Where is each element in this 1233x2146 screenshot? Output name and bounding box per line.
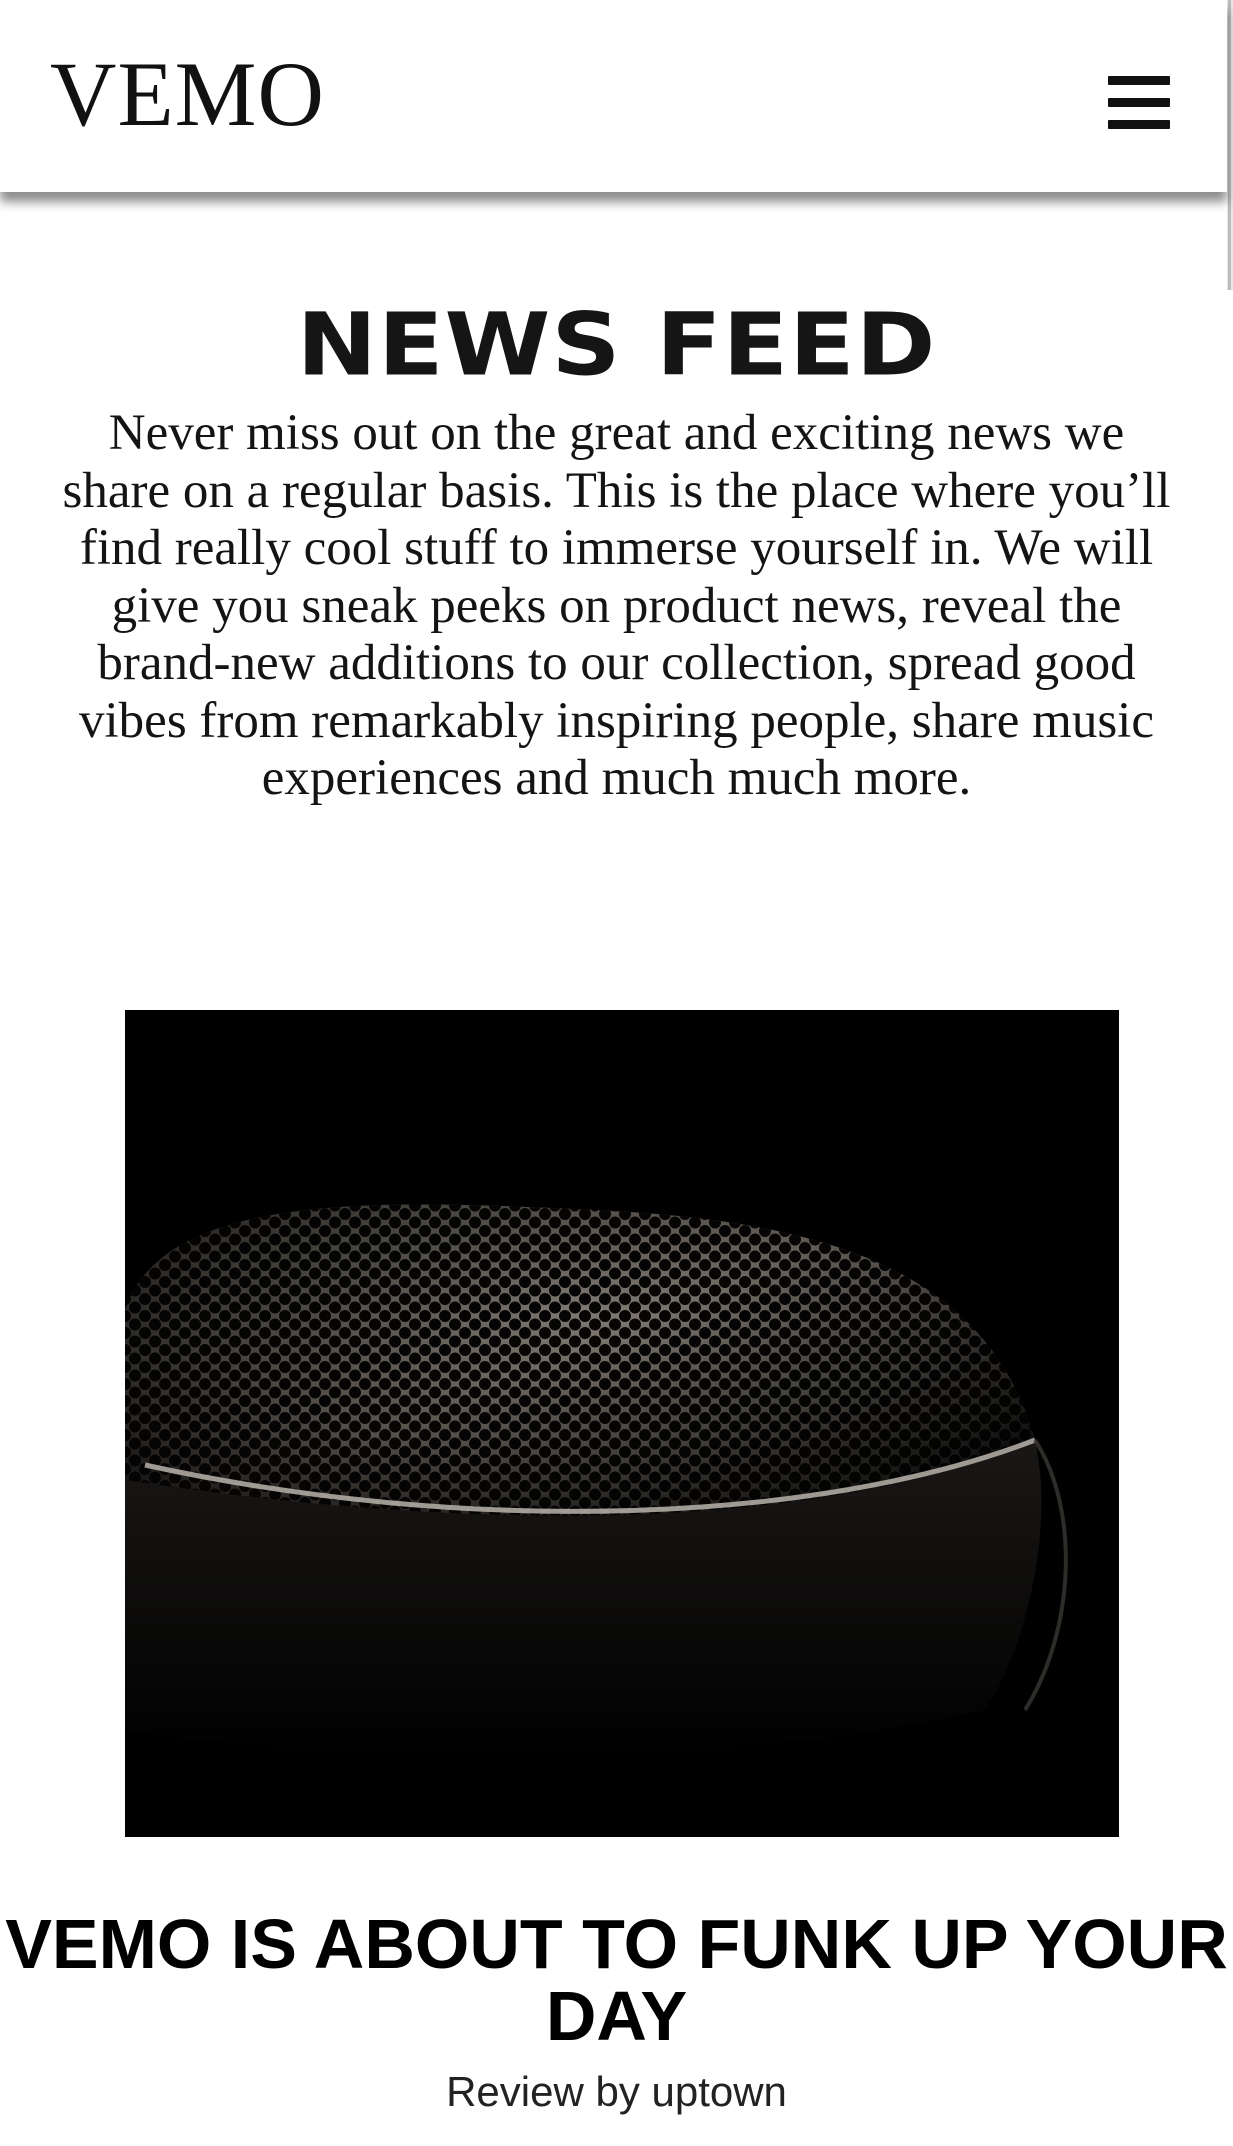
- hamburger-menu-icon[interactable]: [1100, 72, 1174, 134]
- scrollbar-thumb[interactable]: [1228, 0, 1231, 290]
- article-byline: Review by uptown: [446, 2068, 787, 2115]
- vemo-logo[interactable]: VEMO: [50, 48, 325, 140]
- article-hero-image[interactable]: [125, 1010, 1119, 1837]
- speaker-grille-image: [125, 1010, 1119, 1837]
- article-title[interactable]: VEMO IS ABOUT TO FUNK UP YOUR DAY: [0, 1908, 1233, 2052]
- scrollbar[interactable]: [1227, 0, 1233, 290]
- intro-paragraph: Never miss out on the great and exciting…: [62, 405, 1171, 806]
- page-title: NEWS FEED: [296, 294, 937, 396]
- site-header: VEMO: [0, 0, 1227, 192]
